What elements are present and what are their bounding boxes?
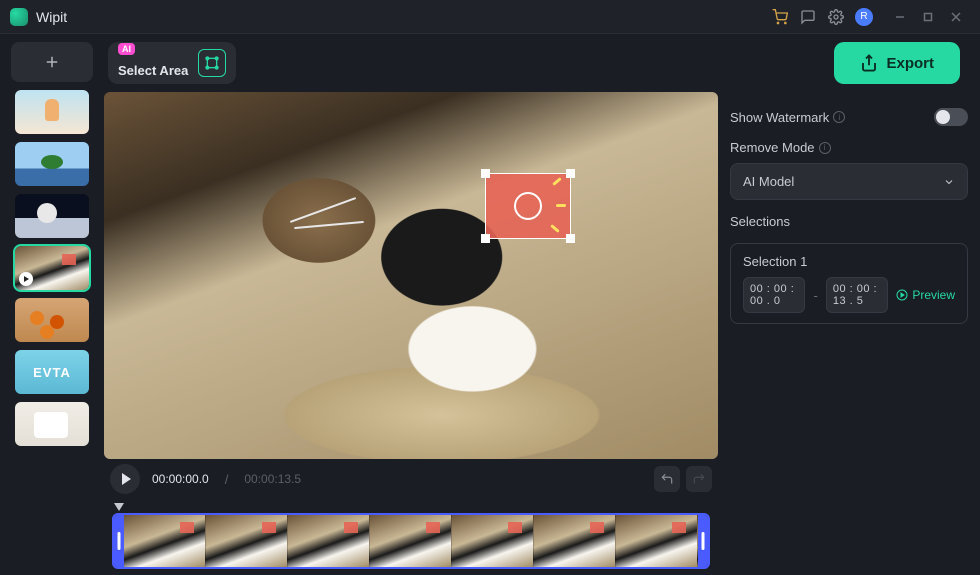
selections-label: Selections [730, 214, 968, 229]
selection-start-time[interactable]: 00 : 00 : 00 . 0 [743, 277, 805, 313]
titlebar: Wipit R [0, 0, 980, 34]
app-logo-icon [10, 8, 28, 26]
crop-icon [198, 49, 226, 77]
timeline-frame [534, 515, 616, 567]
time-separator: / [225, 472, 229, 487]
info-icon[interactable]: i [833, 111, 845, 123]
redo-button[interactable] [686, 466, 712, 492]
remove-mode-value: AI Model [743, 174, 794, 189]
user-avatar[interactable]: R [850, 3, 878, 31]
user-initial: R [855, 8, 873, 26]
selection-end-time[interactable]: 00 : 00 : 13 . 5 [826, 277, 888, 313]
play-button[interactable] [110, 464, 140, 494]
timeline-frame [288, 515, 370, 567]
timeline-frame [452, 515, 534, 567]
resize-handle-tl[interactable] [481, 169, 490, 178]
window-maximize-icon[interactable] [914, 3, 942, 31]
video-column: 00:00:00.0 / 00:00:13.5 [104, 92, 718, 575]
info-icon[interactable]: i [819, 142, 831, 154]
time-current: 00:00:00.0 [152, 472, 209, 486]
remove-mode-group: Remove Mode i AI Model [730, 140, 968, 200]
show-watermark-toggle[interactable] [934, 108, 968, 126]
timeline-frame [206, 515, 288, 567]
selection-card: Selection 1 00 : 00 : 00 . 0 - 00 : 00 :… [730, 243, 968, 324]
show-watermark-row: Show Watermark i [730, 108, 968, 126]
playhead[interactable] [114, 503, 124, 511]
media-thumb[interactable] [15, 402, 89, 446]
settings-icon[interactable] [822, 3, 850, 31]
video-preview[interactable] [104, 92, 718, 459]
media-thumb[interactable] [15, 246, 89, 290]
playing-indicator-icon [19, 272, 33, 286]
play-circle-icon [896, 289, 908, 301]
clip-trim-handle-right[interactable] [698, 515, 708, 567]
video-frame-image [104, 92, 718, 459]
add-media-button[interactable] [11, 42, 93, 82]
selection-title: Selection 1 [743, 254, 955, 269]
watermark-selection-box[interactable] [485, 173, 571, 239]
remove-mode-label: Remove Mode i [730, 140, 968, 155]
window-close-icon[interactable] [942, 3, 970, 31]
settings-panel: Show Watermark i Remove Mode i AI Model [730, 92, 968, 575]
ai-badge: AI [118, 43, 135, 55]
watermark-graphic-icon [514, 192, 542, 220]
resize-handle-bl[interactable] [481, 234, 490, 243]
media-thumb[interactable] [15, 90, 89, 134]
preview-label: Preview [912, 288, 955, 302]
cart-icon[interactable] [766, 3, 794, 31]
window-minimize-icon[interactable] [886, 3, 914, 31]
clip-frames [124, 515, 698, 567]
resize-handle-tr[interactable] [566, 169, 575, 178]
app-name: Wipit [36, 9, 67, 25]
resize-handle-br[interactable] [566, 234, 575, 243]
media-thumb[interactable] [15, 142, 89, 186]
clip-track[interactable] [112, 513, 710, 569]
export-button[interactable]: Export [834, 42, 960, 84]
timeline-frame [370, 515, 452, 567]
export-label: Export [886, 55, 934, 72]
timeline-frame [124, 515, 206, 567]
timeline [104, 499, 718, 575]
select-area-button[interactable]: AI Select Area [108, 42, 236, 84]
export-icon [860, 54, 878, 72]
editor-center: AI Select Area Export [104, 34, 980, 575]
toggle-knob [936, 110, 950, 124]
media-thumb[interactable] [15, 194, 89, 238]
chevron-down-icon [943, 176, 955, 188]
media-sidebar [0, 34, 104, 575]
timeline-ruler[interactable] [112, 503, 710, 513]
selection-preview-button[interactable]: Preview [896, 288, 955, 302]
time-total: 00:00:13.5 [244, 472, 301, 486]
playback-bar: 00:00:00.0 / 00:00:13.5 [104, 459, 718, 499]
remove-mode-select[interactable]: AI Model [730, 163, 968, 200]
timeline-frame [616, 515, 698, 567]
media-thumb[interactable] [15, 350, 89, 394]
clip-trim-handle-left[interactable] [114, 515, 124, 567]
preview-row: 00:00:00.0 / 00:00:13.5 [104, 92, 980, 575]
show-watermark-label: Show Watermark i [730, 110, 845, 125]
media-thumb[interactable] [15, 298, 89, 342]
feedback-icon[interactable] [794, 3, 822, 31]
editor-toolbar: AI Select Area Export [104, 42, 980, 92]
range-separator: - [813, 288, 817, 303]
main-layout: AI Select Area Export [0, 34, 980, 575]
select-area-label: Select Area [118, 63, 188, 78]
undo-button[interactable] [654, 466, 680, 492]
